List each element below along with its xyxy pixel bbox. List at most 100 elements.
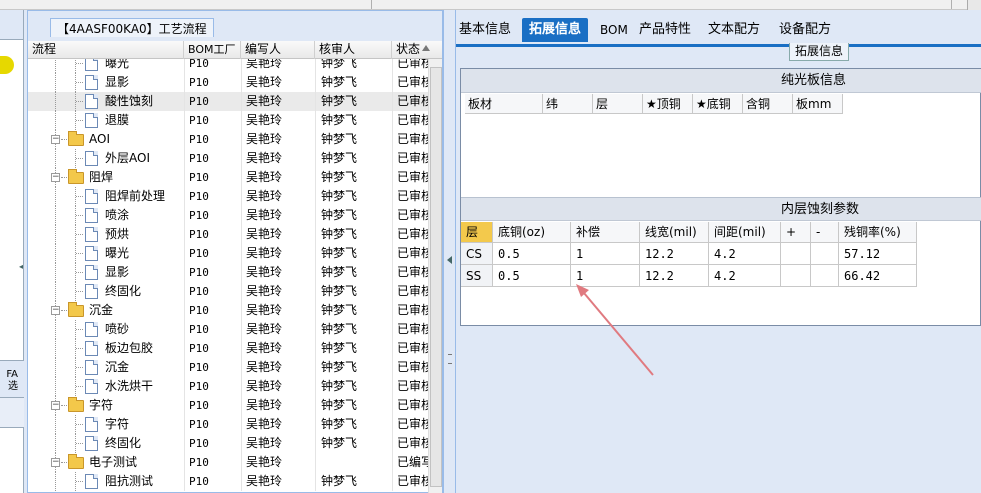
tree-row[interactable]: − 电子测试 P10 吴艳玲 已编写 <box>28 453 428 472</box>
tab-bom[interactable]: BOM <box>600 18 628 42</box>
grid2-header-compensation[interactable]: 补偿 <box>571 222 640 243</box>
collapse-toggle-icon[interactable]: − <box>51 135 60 144</box>
grid2-cell-compensation[interactable]: 1 <box>571 243 640 265</box>
scrollbar-thumb[interactable] <box>430 67 442 487</box>
grid2-cell-spacing[interactable]: 4.2 <box>709 265 781 287</box>
grid1-header-layer[interactable]: 层 <box>593 94 643 114</box>
tree-connector <box>55 111 56 130</box>
status-cell: 已审核 <box>397 189 428 203</box>
tree-node-label: 终固化 <box>105 284 142 298</box>
tree-row[interactable]: 字符 P10 吴艳玲 钟梦飞 已审核 <box>28 415 428 434</box>
tree-row[interactable]: 退膜 P10 吴艳玲 钟梦飞 已审核 <box>28 111 428 130</box>
grid1-header-bottom-copper[interactable]: ★底铜 <box>693 94 743 114</box>
grid2-cell-base-copper[interactable]: 0.5 <box>493 243 571 265</box>
grid2-header-layer[interactable]: 层 <box>461 222 493 243</box>
tree-row[interactable]: − 沉金 P10 吴艳玲 钟梦飞 已审核 <box>28 301 428 320</box>
column-separator <box>241 225 242 244</box>
tree-row[interactable]: 曝光 P10 吴艳玲 钟梦飞 已审核 <box>28 244 428 263</box>
tree-row[interactable]: 终固化 P10 吴艳玲 钟梦飞 已审核 <box>28 434 428 453</box>
collapse-toggle-icon[interactable]: − <box>51 401 60 410</box>
reviewer-cell: 钟梦飞 <box>321 360 358 374</box>
col-header-process[interactable]: 流程 <box>28 41 184 59</box>
tree-node-label: 字符 <box>105 417 130 431</box>
grid2-header-base-copper[interactable]: 底铜(oz) <box>493 222 571 243</box>
tree-row[interactable]: 曝光 P10 吴艳玲 钟梦飞 已审核 <box>28 59 428 73</box>
reviewer-cell: 钟梦飞 <box>321 75 358 89</box>
sort-up-icon[interactable] <box>422 45 430 51</box>
panel-splitter[interactable] <box>443 10 456 493</box>
tab-basic-info[interactable]: 基本信息 <box>459 18 511 42</box>
tree-row[interactable]: 沉金 P10 吴艳玲 钟梦飞 已审核 <box>28 358 428 377</box>
tree-scrollbar[interactable] <box>428 59 442 493</box>
collapse-arrow-icon[interactable]: ◂ <box>19 262 23 276</box>
grid2-cell-plus[interactable] <box>781 243 811 265</box>
grid2-header-plus[interactable]: + <box>781 222 811 243</box>
tree-connector <box>55 358 56 377</box>
grid1-header-copper-content[interactable]: 含铜 <box>743 94 793 114</box>
grid2-cell-residual-copper[interactable]: 57.12 <box>839 243 917 265</box>
splitter-grip-icon[interactable] <box>448 354 452 364</box>
tab-equipment-recipe[interactable]: 设备配方 <box>779 18 831 42</box>
collapse-toggle-icon[interactable]: − <box>51 458 60 467</box>
grid1-header-top-copper[interactable]: ★顶铜 <box>643 94 693 114</box>
tree-node-label: 外层AOI <box>105 151 150 165</box>
collapse-toggle-icon[interactable]: − <box>51 173 60 182</box>
top-scrollbar[interactable] <box>967 0 981 10</box>
grid2-cell-line-width[interactable]: 12.2 <box>640 243 709 265</box>
tree-node-label: 曝光 <box>105 59 130 70</box>
tree-row[interactable]: 显影 P10 吴艳玲 钟梦飞 已审核 <box>28 73 428 92</box>
grid2-cell-spacing[interactable]: 4.2 <box>709 243 781 265</box>
tree-connector <box>55 434 56 453</box>
tree-row[interactable]: 喷砂 P10 吴艳玲 钟梦飞 已审核 <box>28 320 428 339</box>
author-cell: 吴艳玲 <box>246 189 283 203</box>
tree-row[interactable]: 水洗烘干 P10 吴艳玲 钟梦飞 已审核 <box>28 377 428 396</box>
grid1-header-material[interactable]: 板材 <box>465 94 543 114</box>
left-panel-tab[interactable]: FA 选 <box>0 360 24 398</box>
tree-row[interactable]: 喷涂 P10 吴艳玲 钟梦飞 已审核 <box>28 206 428 225</box>
collapse-left-icon[interactable] <box>447 256 452 264</box>
tree-connector <box>55 472 56 491</box>
tree-row[interactable]: 阻焊前处理 P10 吴艳玲 钟梦飞 已审核 <box>28 187 428 206</box>
tab-extended-info[interactable]: 拓展信息 <box>522 18 589 42</box>
document-icon <box>85 265 98 280</box>
column-separator <box>184 206 185 225</box>
collapse-toggle-icon[interactable]: − <box>51 306 60 315</box>
tree-row[interactable]: 酸性蚀刻 P10 吴艳玲 钟梦飞 已审核 <box>28 92 428 111</box>
tab-product-features[interactable]: 产品特性 <box>639 18 691 42</box>
tree-row[interactable]: − 阻焊 P10 吴艳玲 钟梦飞 已审核 <box>28 168 428 187</box>
grid2-cell-residual-copper[interactable]: 66.42 <box>839 265 917 287</box>
bom-factory-cell: P10 <box>189 437 209 450</box>
grid2-cell-compensation[interactable]: 1 <box>571 265 640 287</box>
col-header-bom[interactable]: BOM工厂 <box>184 41 241 59</box>
tab-text-recipe[interactable]: 文本配方 <box>708 18 760 42</box>
author-cell: 吴艳玲 <box>246 208 283 222</box>
tree-row[interactable]: − 字符 P10 吴艳玲 钟梦飞 已审核 <box>28 396 428 415</box>
grid2-header-spacing[interactable]: 间距(mil) <box>709 222 781 243</box>
tree-node-label: 沉金 <box>89 303 114 317</box>
tree-row[interactable]: 终固化 P10 吴艳玲 钟梦飞 已审核 <box>28 282 428 301</box>
grid2-cell-base-copper[interactable]: 0.5 <box>493 265 571 287</box>
grid1-header-weft[interactable]: 纬 <box>543 94 593 114</box>
author-cell: 吴艳玲 <box>246 379 283 393</box>
grid2-cell-line-width[interactable]: 12.2 <box>640 265 709 287</box>
grid2-cell-plus[interactable] <box>781 265 811 287</box>
tree-row[interactable]: 板边包胶 P10 吴艳玲 钟梦飞 已审核 <box>28 339 428 358</box>
col-header-author[interactable]: 编写人 <box>241 41 315 59</box>
left-panel-tab-blank[interactable] <box>0 398 24 428</box>
col-header-reviewer[interactable]: 核审人 <box>315 41 392 59</box>
tree-row[interactable]: 预烘 P10 吴艳玲 钟梦飞 已审核 <box>28 225 428 244</box>
tree-connector <box>55 320 56 339</box>
column-separator <box>184 301 185 320</box>
grid1-header-board-mm[interactable]: 板mm <box>793 94 843 114</box>
grid2-cell-minus[interactable] <box>811 265 839 287</box>
grid2-header-minus[interactable]: - <box>811 222 839 243</box>
tree-row[interactable]: − AOI P10 吴艳玲 钟梦飞 已审核 <box>28 130 428 149</box>
tree-row[interactable]: 外层AOI P10 吴艳玲 钟梦飞 已审核 <box>28 149 428 168</box>
col-header-status[interactable]: 状态 <box>392 41 442 59</box>
grid2-header-line-width[interactable]: 线宽(mil) <box>640 222 709 243</box>
bom-factory-cell: P10 <box>189 133 209 146</box>
grid2-cell-minus[interactable] <box>811 243 839 265</box>
tree-row[interactable]: 显影 P10 吴艳玲 钟梦飞 已审核 <box>28 263 428 282</box>
grid2-header-residual-copper[interactable]: 残铜率(%) <box>839 222 917 243</box>
tree-row[interactable]: 阻抗测试 P10 吴艳玲 钟梦飞 已审核 <box>28 472 428 491</box>
